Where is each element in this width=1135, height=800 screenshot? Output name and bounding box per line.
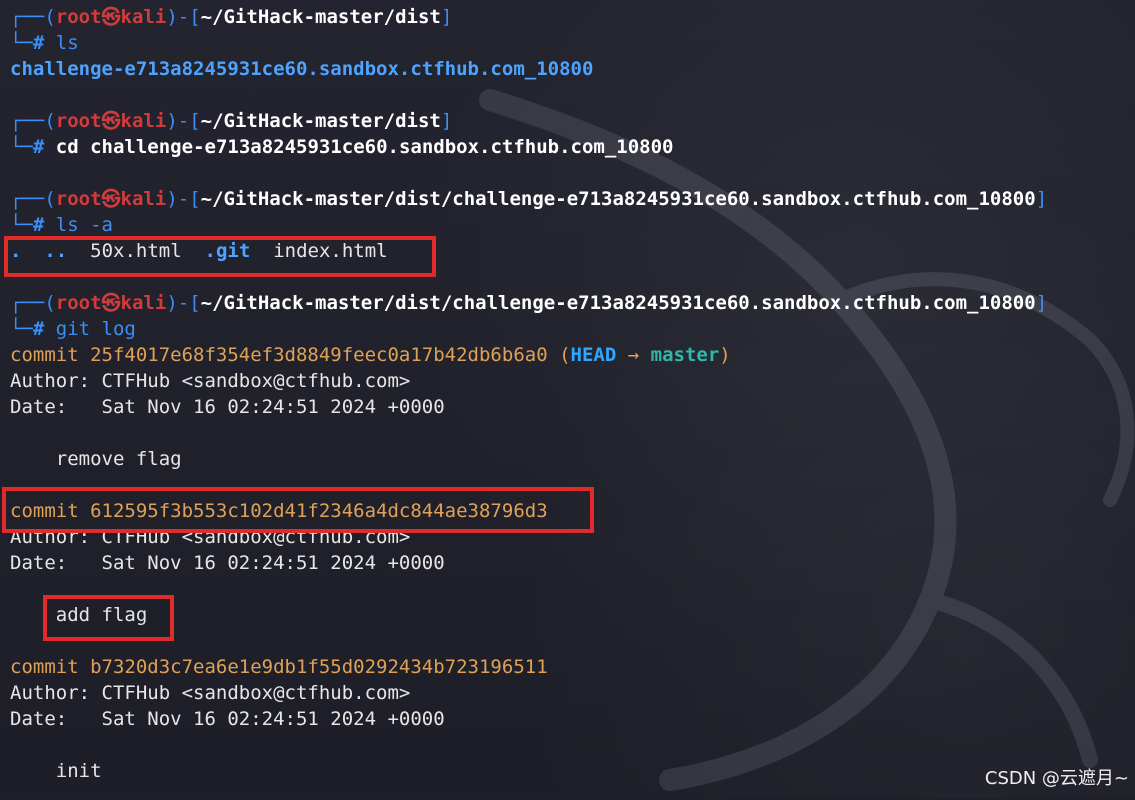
command-line-2: └─# cd challenge-e713a8245931ce60.sandbo… xyxy=(10,136,674,158)
prompt-line-1: ┌──(root㉿kali)-[~/GitHack-master/dist] xyxy=(10,4,1125,30)
prompt-line-3: ┌──(root㉿kali)-[~/GitHack-master/dist/ch… xyxy=(10,188,1048,210)
prompt-separator: )-[ xyxy=(166,6,201,28)
prompt-prefix: ┌──( xyxy=(10,6,56,28)
prompt-host: kali xyxy=(120,6,167,28)
commit-line: commit 612595f3b553c102d41f2346a4dc844ae… xyxy=(10,500,548,522)
ls-a-output: . .. 50x.html .git index.html xyxy=(10,240,388,262)
prompt-cwd: ~/GitHack-master/dist xyxy=(200,6,441,28)
author-line: Author: CTFHub <sandbox@ctfhub.com> xyxy=(10,370,411,392)
skull-icon: ㉿ xyxy=(101,110,121,132)
prompt-line-4: ┌──(root㉿kali)-[~/GitHack-master/dist/ch… xyxy=(10,292,1048,314)
command-text: cd challenge-e713a8245931ce60.sandbox.ct… xyxy=(55,136,674,158)
command-line-4: └─# git log xyxy=(10,318,136,340)
prompt-hash: # xyxy=(32,32,45,54)
ls-output: challenge-e713a8245931ce60.sandbox.ctfhu… xyxy=(10,58,594,80)
commit-message: remove flag xyxy=(10,448,182,470)
command-text: ls xyxy=(55,32,79,54)
author-line: Author: CTFHub <sandbox@ctfhub.com> xyxy=(10,682,411,704)
commit-line: commit b7320d3c7ea6e1e9db1f55d0292434b72… xyxy=(10,656,548,678)
command-line-1: └─# ls xyxy=(10,30,1125,56)
skull-icon: ㉿ xyxy=(101,6,121,28)
commit-message: init xyxy=(10,760,102,782)
terminal-output[interactable]: ┌──(root㉿kali)-[~/GitHack-master/dist] └… xyxy=(10,4,1125,784)
commit-line: commit 25f4017e68f354ef3d8849feec0a17b42… xyxy=(10,344,731,366)
date-line: Date: Sat Nov 16 02:24:51 2024 +0000 xyxy=(10,708,445,730)
csdn-watermark: CSDN @云遮月~ xyxy=(984,768,1129,789)
command-text: git log xyxy=(55,318,136,340)
prompt-line-2: ┌──(root㉿kali)-[~/GitHack-master/dist] xyxy=(10,110,453,132)
prompt-user: root xyxy=(55,6,102,28)
date-line: Date: Sat Nov 16 02:24:51 2024 +0000 xyxy=(10,396,445,418)
author-line: Author: CTFHub <sandbox@ctfhub.com> xyxy=(10,526,411,548)
skull-icon: ㉿ xyxy=(101,292,121,314)
prompt-corner: └─ xyxy=(10,32,33,54)
command-line-3: └─# ls -a xyxy=(10,214,113,236)
commit-message: add flag xyxy=(10,604,148,626)
command-text: ls -a xyxy=(55,214,113,236)
date-line: Date: Sat Nov 16 02:24:51 2024 +0000 xyxy=(10,552,445,574)
skull-icon: ㉿ xyxy=(101,188,121,210)
prompt-suffix: ] xyxy=(440,6,453,28)
